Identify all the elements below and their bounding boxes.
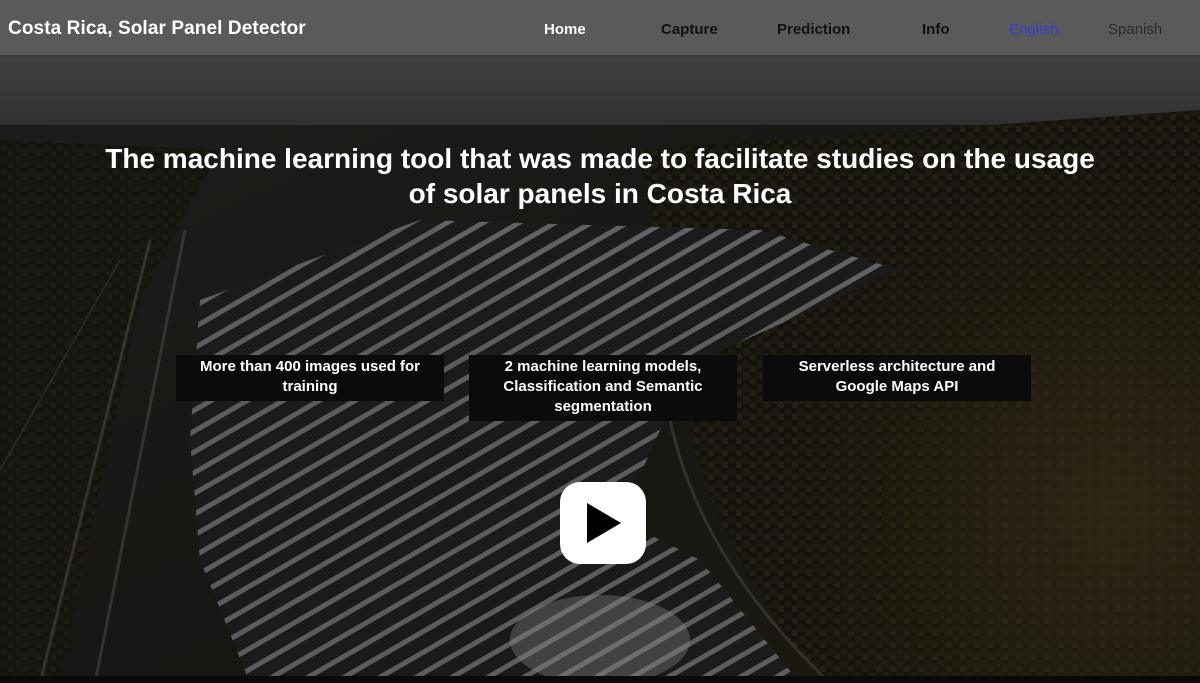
feature-card-images: More than 400 images used for training	[176, 355, 444, 401]
language-spanish-link[interactable]: Spanish	[1108, 21, 1162, 38]
hero-title: The machine learning tool that was made …	[105, 143, 1095, 209]
page: Costa Rica, Solar Panel Detector Home Ca…	[0, 0, 1200, 683]
video-play-button[interactable]	[560, 482, 646, 564]
nav-prediction-link[interactable]: Prediction	[777, 21, 850, 38]
nav-info-link[interactable]: Info	[922, 21, 950, 38]
brand-title[interactable]: Costa Rica, Solar Panel Detector	[8, 18, 306, 40]
page-bottom-edge	[0, 676, 1200, 683]
feature-card-models: 2 machine learning models, Classificatio…	[469, 355, 737, 421]
top-navbar: Costa Rica, Solar Panel Detector Home Ca…	[0, 0, 1200, 57]
nav-capture-link[interactable]: Capture	[661, 21, 718, 38]
feature-card-architecture: Serverless architecture and Google Maps …	[763, 355, 1031, 401]
nav-home-link[interactable]: Home	[544, 21, 586, 38]
hero-background-image	[0, 0, 1200, 683]
play-icon	[587, 503, 621, 543]
language-english-link[interactable]: English	[1009, 21, 1058, 38]
